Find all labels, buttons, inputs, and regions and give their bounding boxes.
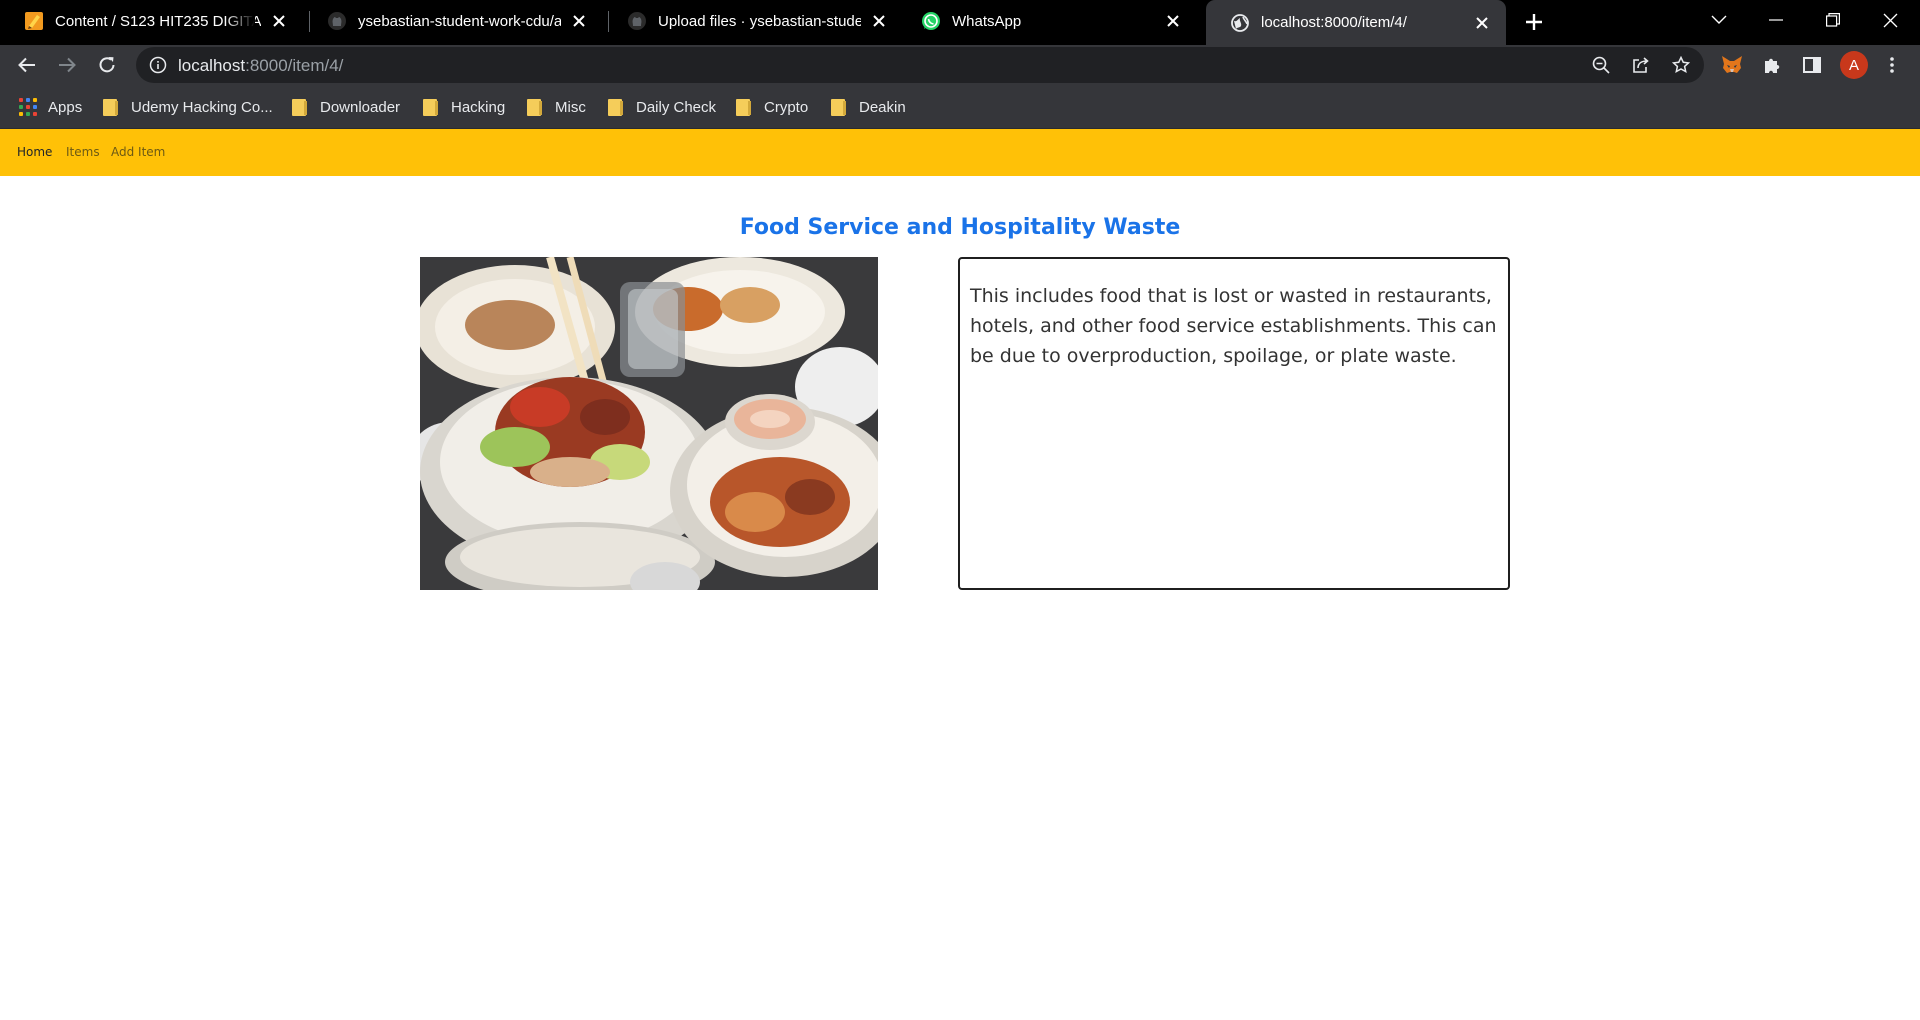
restore-icon [1826, 13, 1840, 27]
restore-button[interactable] [1805, 0, 1861, 40]
folder-icon [527, 98, 542, 116]
close-icon[interactable] [567, 9, 591, 33]
site-navbar: Home Items Add Item [0, 129, 1920, 176]
share-icon [1633, 57, 1649, 73]
forward-button[interactable] [51, 49, 83, 81]
folder-icon [736, 98, 751, 116]
arrow-left-icon [18, 57, 35, 73]
kebab-menu-icon [1890, 57, 1894, 73]
puzzle-icon [1765, 58, 1780, 73]
tab-github-repo[interactable]: ysebastian-student-work-cdu/ass [303, 0, 603, 42]
window-close-button[interactable] [1862, 0, 1918, 40]
bookmark-folder-misc[interactable]: Misc [527, 96, 586, 118]
nav-add-item-link[interactable]: Add Item [111, 145, 165, 159]
minimize-icon [1769, 19, 1783, 21]
tab-localhost-item[interactable]: localhost:8000/item/4/ [1206, 0, 1506, 45]
tab-title: ysebastian-student-work-cdu/ass [358, 12, 561, 30]
item-description-card: This includes food that is lost or waste… [958, 257, 1510, 590]
tab-github-upload[interactable]: Upload files · ysebastian-student [603, 0, 903, 42]
fox-icon [1722, 56, 1742, 73]
info-icon[interactable] [149, 56, 167, 74]
tab-title: localhost:8000/item/4/ [1261, 14, 1407, 31]
close-icon[interactable] [267, 9, 291, 33]
new-tab-button[interactable] [1520, 8, 1548, 36]
address-bar[interactable]: localhost:8000/item/4/ [136, 47, 1704, 83]
reload-button[interactable] [91, 49, 123, 81]
chevron-down-icon [1711, 15, 1727, 24]
side-panel-icon [1803, 57, 1821, 73]
nav-items-link[interactable]: Items [66, 145, 100, 159]
star-icon [1672, 56, 1690, 74]
globe-icon [1231, 13, 1249, 32]
close-icon [1883, 13, 1897, 27]
whatsapp-icon [922, 12, 940, 30]
bookmarks-bar: Apps Udemy Hacking Co... Downloader Hack… [0, 85, 1920, 129]
bookmark-folder-hacking[interactable]: Hacking [423, 96, 505, 118]
github-icon [628, 12, 646, 30]
metamask-extension-button[interactable] [1718, 51, 1746, 79]
item-description: This includes food that is lost or waste… [970, 285, 1497, 367]
share-button[interactable] [1629, 53, 1653, 77]
apps-grid-icon [19, 98, 37, 116]
tab-title: WhatsApp [952, 12, 1022, 30]
folder-icon [608, 98, 623, 116]
menu-button[interactable] [1878, 51, 1906, 79]
close-icon[interactable] [1470, 11, 1494, 35]
reload-icon [99, 57, 115, 73]
folder-icon [831, 98, 846, 116]
plus-icon [1526, 14, 1542, 30]
bookmark-folder-daily-check[interactable]: Daily Check [608, 96, 716, 118]
folder-icon [292, 98, 307, 116]
item-image [420, 257, 878, 590]
zoom-button[interactable] [1589, 53, 1613, 77]
extensions-button[interactable] [1758, 51, 1786, 79]
bookmark-apps[interactable]: Apps [19, 96, 82, 118]
github-icon [328, 12, 346, 30]
bookmark-star-button[interactable] [1669, 53, 1693, 77]
zoom-out-icon [1592, 56, 1610, 74]
browser-toolbar: localhost:8000/item/4/ [0, 45, 1920, 85]
tab-title: Upload files · ysebastian-student [658, 12, 861, 30]
bookmark-folder-crypto[interactable]: Crypto [736, 96, 808, 118]
tab-course-content[interactable]: Content / S123 HIT235 DIGITAL S [0, 0, 303, 42]
url-text: localhost:8000/item/4/ [178, 56, 344, 75]
bookmark-folder-downloader[interactable]: Downloader [292, 96, 400, 118]
item-title: Food Service and Hospitality Waste [739, 215, 1181, 240]
profile-avatar[interactable]: A [1840, 51, 1868, 79]
minimize-button[interactable] [1748, 0, 1804, 40]
bookmark-folder-deakin[interactable]: Deakin [831, 96, 906, 118]
course-icon [25, 12, 43, 30]
web-page: Home Items Add Item Food Service and Hos… [0, 129, 1920, 1020]
back-button[interactable] [11, 49, 43, 81]
folder-icon [103, 98, 118, 116]
tab-search-button[interactable] [1691, 0, 1747, 40]
tab-strip: Content / S123 HIT235 DIGITAL S ysebasti… [0, 0, 1920, 45]
bookmark-folder-udemy[interactable]: Udemy Hacking Co... [103, 96, 273, 118]
food-waste-plates-image [420, 257, 878, 590]
close-icon[interactable] [1161, 9, 1185, 33]
side-panel-button[interactable] [1798, 51, 1826, 79]
folder-icon [423, 98, 438, 116]
tab-whatsapp[interactable]: WhatsApp [897, 0, 1197, 42]
arrow-right-icon [59, 57, 76, 73]
close-icon[interactable] [867, 9, 891, 33]
nav-home-link[interactable]: Home [17, 145, 52, 159]
